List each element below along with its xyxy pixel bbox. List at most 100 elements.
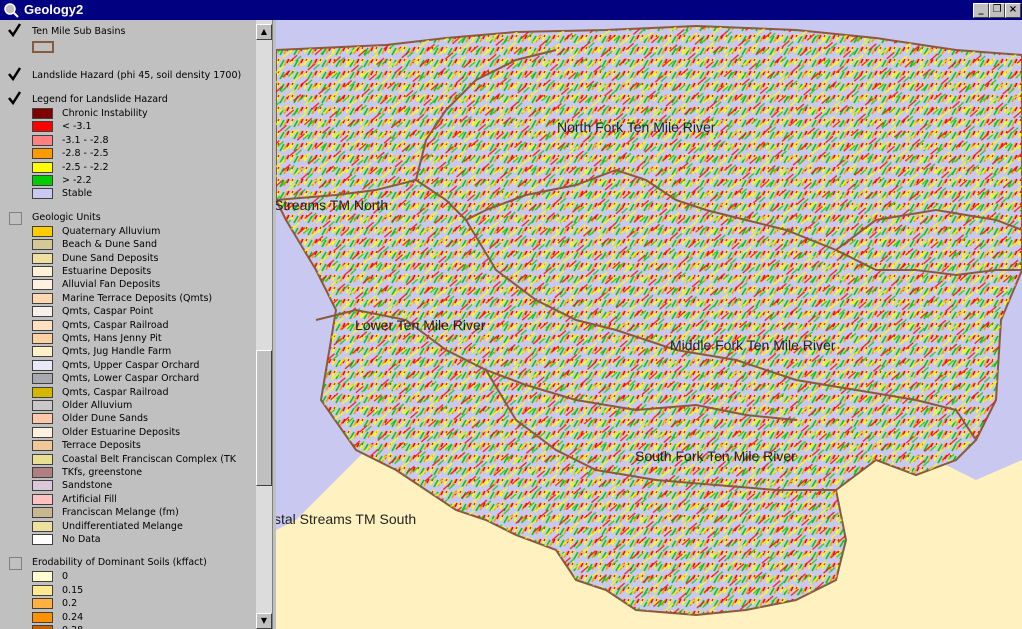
basin-label-middle: Middle Fork Ten Mile River — [670, 337, 836, 353]
legend-label: Marine Terrace Deposits (Qmts) — [62, 292, 213, 304]
legend-class-row: Dune Sand Deposits — [0, 252, 256, 267]
scroll-thumb[interactable] — [256, 350, 272, 486]
legend-label: -2.8 - -2.5 — [62, 148, 109, 160]
toc-scrollbar[interactable]: ▲ ▼ — [256, 20, 272, 629]
legend-class-row: Beach & Dune Sand — [0, 239, 256, 253]
toc-layer-row[interactable]: Legend for Landslide Hazard — [0, 91, 256, 108]
layer-name: Erodability of Dominant Soils (kffact) — [32, 557, 207, 569]
legend-label: -3.1 - -2.8 — [62, 134, 109, 146]
legend-class-row — [0, 40, 256, 54]
legend-swatch — [32, 611, 53, 623]
legend-swatch — [32, 598, 53, 610]
legend-label: TKfs, greenstone — [62, 467, 143, 478]
legend-swatch — [32, 134, 53, 146]
map-view[interactable]: North Fork Ten Mile River Streams TM Nort… — [276, 20, 1022, 629]
legend-label: 0 — [62, 571, 69, 583]
legend-label: Beach & Dune Sand — [62, 239, 157, 251]
legend-label: 0.2 — [62, 598, 78, 610]
legend-label: Chronic Instability — [62, 108, 148, 119]
legend-swatch — [32, 359, 53, 371]
legend-swatch — [32, 534, 53, 545]
legend-swatch — [32, 346, 53, 358]
legend-class-row: 0.15 — [0, 584, 256, 599]
legend-swatch — [32, 493, 53, 505]
layer-visibility-checkbox[interactable] — [8, 23, 22, 38]
toc-layer-row[interactable]: Landslide Hazard (phi 45, soil density 1… — [0, 67, 256, 84]
legend-swatch — [32, 121, 53, 133]
legend-class-row: Qmts, Hans Jenny Pit — [0, 333, 256, 347]
toc-layer-row[interactable]: Erodability of Dominant Soils (kffact) — [0, 557, 256, 571]
legend-label: Alluvial Fan Deposits — [62, 279, 161, 291]
legend-label: Qmts, Caspar Railroad — [62, 386, 169, 398]
legend-class-row: Chronic Instability — [0, 108, 256, 122]
toc-layer-row[interactable]: Geologic Units — [0, 211, 256, 226]
legend-swatch — [32, 440, 53, 452]
legend-swatch — [32, 571, 53, 583]
legend-class-row: Marine Terrace Deposits (Qmts) — [0, 292, 256, 307]
title-bar: Geology2 _ ❐ × — [0, 0, 1022, 20]
legend-class-row: Terrace Deposits — [0, 440, 256, 454]
legend-class-row: No Data — [0, 534, 256, 548]
legend-label: Coastal Belt Franciscan Complex (TK — [62, 453, 237, 465]
legend-label: Undifferentiated Melange — [62, 520, 183, 532]
checkmark-icon — [8, 23, 22, 38]
legend-label: Estuarine Deposits — [62, 266, 152, 277]
table-of-contents: Ten Mile Sub Basins Landslide Hazard (phi… — [0, 20, 256, 629]
legend-class-row: Estuarine Deposits — [0, 266, 256, 280]
legend-class-row: 0.2 — [0, 598, 256, 612]
layer-name: Geologic Units — [32, 211, 101, 223]
legend-class-row: Undifferentiated Melange — [0, 520, 256, 535]
legend-swatch — [32, 306, 53, 318]
legend-class-row: TKfs, greenstone — [0, 467, 256, 481]
legend-label: Qmts, Hans Jenny Pit — [62, 333, 162, 344]
legend-class-row: Qmts, Caspar Railroad — [0, 386, 256, 401]
checkmark-icon — [8, 67, 22, 82]
legend-swatch — [32, 266, 53, 277]
legend-class-row: Qmts, Lower Caspar Orchard — [0, 373, 256, 387]
legend-swatch — [32, 426, 53, 438]
scroll-down-button[interactable]: ▼ — [256, 613, 272, 629]
layer-visibility-checkbox[interactable] — [9, 211, 22, 225]
legend-label: Qmts, Caspar Point — [62, 306, 154, 318]
legend-swatch — [32, 480, 53, 492]
legend-label: < -3.1 — [62, 121, 92, 133]
close-button[interactable]: × — [1005, 3, 1021, 18]
legend-label: Older Alluvium — [62, 400, 133, 411]
legend-swatch — [32, 584, 53, 596]
toc-layer-row[interactable]: Ten Mile Sub Basins — [0, 23, 256, 40]
legend-class-row: Older Dune Sands — [0, 413, 256, 427]
layer-visibility-checkbox[interactable] — [8, 91, 22, 106]
legend-swatch — [32, 520, 53, 532]
legend-label: Older Estuarine Deposits — [62, 426, 181, 438]
legend-label: Sandstone — [62, 480, 113, 492]
legend-label: Qmts, Lower Caspar Orchard — [62, 373, 200, 385]
legend-swatch — [32, 175, 53, 186]
legend-swatch — [32, 161, 53, 173]
legend-label: Franciscan Melange (fm) — [62, 507, 179, 519]
legend-label: Qmts, Caspar Railroad — [62, 319, 169, 331]
legend-class-row: 0 — [0, 571, 256, 585]
legend-label: 0.24 — [62, 611, 84, 623]
legend-class-row: Stable — [0, 188, 256, 202]
legend-label: Artificial Fill — [62, 493, 117, 505]
legend-label: Qmts, Jug Handle Farm — [62, 346, 172, 358]
layer-visibility-checkbox[interactable] — [9, 557, 22, 571]
legend-class-row: Alluvial Fan Deposits — [0, 279, 256, 293]
restore-button[interactable]: ❐ — [989, 3, 1005, 18]
legend-label: 0.28 — [62, 625, 83, 629]
legend-swatch — [32, 413, 53, 425]
scroll-up-button[interactable]: ▲ — [256, 24, 272, 40]
layer-visibility-checkbox[interactable] — [8, 67, 22, 82]
legend-swatch — [32, 453, 53, 465]
basin-label-north: North Fork Ten Mile River — [557, 119, 716, 135]
layer-name: Legend for Landslide Hazard — [32, 94, 168, 105]
legend-class-row: Coastal Belt Franciscan Complex (TK — [0, 453, 256, 468]
legend-swatch — [32, 279, 53, 291]
legend-swatch — [32, 333, 53, 344]
legend-swatch — [32, 252, 53, 264]
legend-label: Dune Sand Deposits — [62, 252, 159, 264]
minimize-button[interactable]: _ — [973, 3, 989, 18]
globe-icon — [3, 2, 19, 18]
legend-swatch — [32, 373, 53, 385]
legend-swatch — [32, 148, 53, 160]
